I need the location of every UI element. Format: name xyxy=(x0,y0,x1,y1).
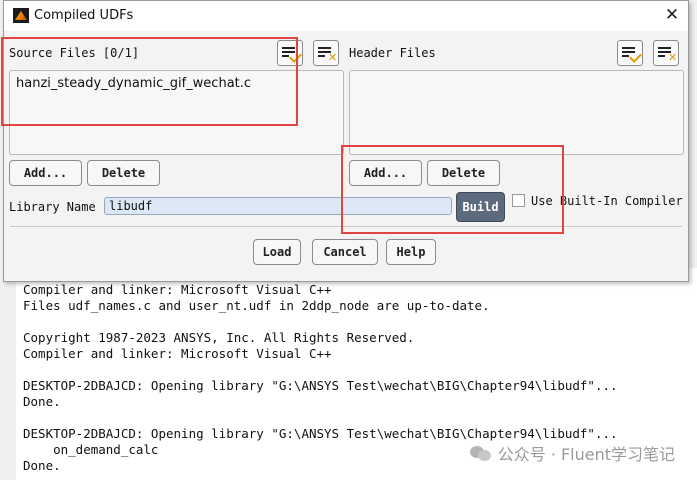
use-builtin-compiler-label: Use Built-In Compiler xyxy=(531,194,683,208)
delete-header-button[interactable]: Delete xyxy=(427,160,500,186)
console-line: Copyright 1987-2023 ANSYS, Inc. All Righ… xyxy=(23,330,415,345)
console-line: Compiler and linker: Microsoft Visual C+… xyxy=(23,282,332,297)
console-line: on_demand_calc xyxy=(23,442,159,457)
title-bar[interactable]: Compiled UDFs ✕ xyxy=(4,1,688,31)
help-button[interactable]: Help xyxy=(386,239,436,265)
build-button[interactable]: Build xyxy=(456,192,505,222)
compiled-udfs-dialog: Compiled UDFs ✕ Source Files [0/1] ✕ han… xyxy=(3,0,689,282)
console-line: Compiler and linker: Microsoft Visual C+… xyxy=(23,346,332,361)
source-files-list[interactable]: hanzi_steady_dynamic_gif_wechat.c xyxy=(9,70,344,155)
ansys-app-icon xyxy=(13,8,29,23)
use-builtin-compiler-checkbox[interactable] xyxy=(512,194,525,207)
delete-source-button[interactable]: Delete xyxy=(87,160,160,186)
select-all-source-button[interactable] xyxy=(277,40,303,66)
add-header-button[interactable]: Add... xyxy=(349,160,422,186)
load-button[interactable]: Load xyxy=(253,239,301,265)
library-name-label: Library Name xyxy=(9,200,96,214)
cancel-button[interactable]: Cancel xyxy=(312,239,378,265)
deselect-all-header-button[interactable]: ✕ xyxy=(653,40,679,66)
x-icon: ✕ xyxy=(328,51,338,64)
console-gutter xyxy=(0,268,17,480)
separator xyxy=(10,226,682,227)
source-files-label: Source Files [0/1] xyxy=(9,46,140,60)
header-files-label: Header Files xyxy=(349,46,436,60)
deselect-all-source-button[interactable]: ✕ xyxy=(313,40,339,66)
console-line: DESKTOP-2DBAJCD: Opening library "G:\ANS… xyxy=(23,378,618,393)
watermark-text: 公众号 · Fluent学习笔记 xyxy=(497,445,675,464)
console-line: Done. xyxy=(23,394,61,409)
select-all-header-button[interactable] xyxy=(617,40,643,66)
add-source-button[interactable]: Add... xyxy=(9,160,82,186)
x-icon: ✕ xyxy=(668,51,678,64)
watermark: 公众号 · Fluent学习笔记 xyxy=(469,441,675,465)
dialog-title: Compiled UDFs xyxy=(34,8,134,23)
close-button[interactable]: ✕ xyxy=(659,3,685,27)
console-line: Files udf_names.c and user_nt.udf in 2dd… xyxy=(23,298,490,313)
console-line: Done. xyxy=(23,458,61,473)
console-line: DESKTOP-2DBAJCD: Opening library "G:\ANS… xyxy=(23,426,618,441)
header-files-list[interactable] xyxy=(349,70,684,155)
wechat-logo-icon xyxy=(469,444,492,462)
source-file-item[interactable]: hanzi_steady_dynamic_gif_wechat.c xyxy=(16,76,251,91)
library-name-input[interactable]: libudf xyxy=(104,197,452,215)
